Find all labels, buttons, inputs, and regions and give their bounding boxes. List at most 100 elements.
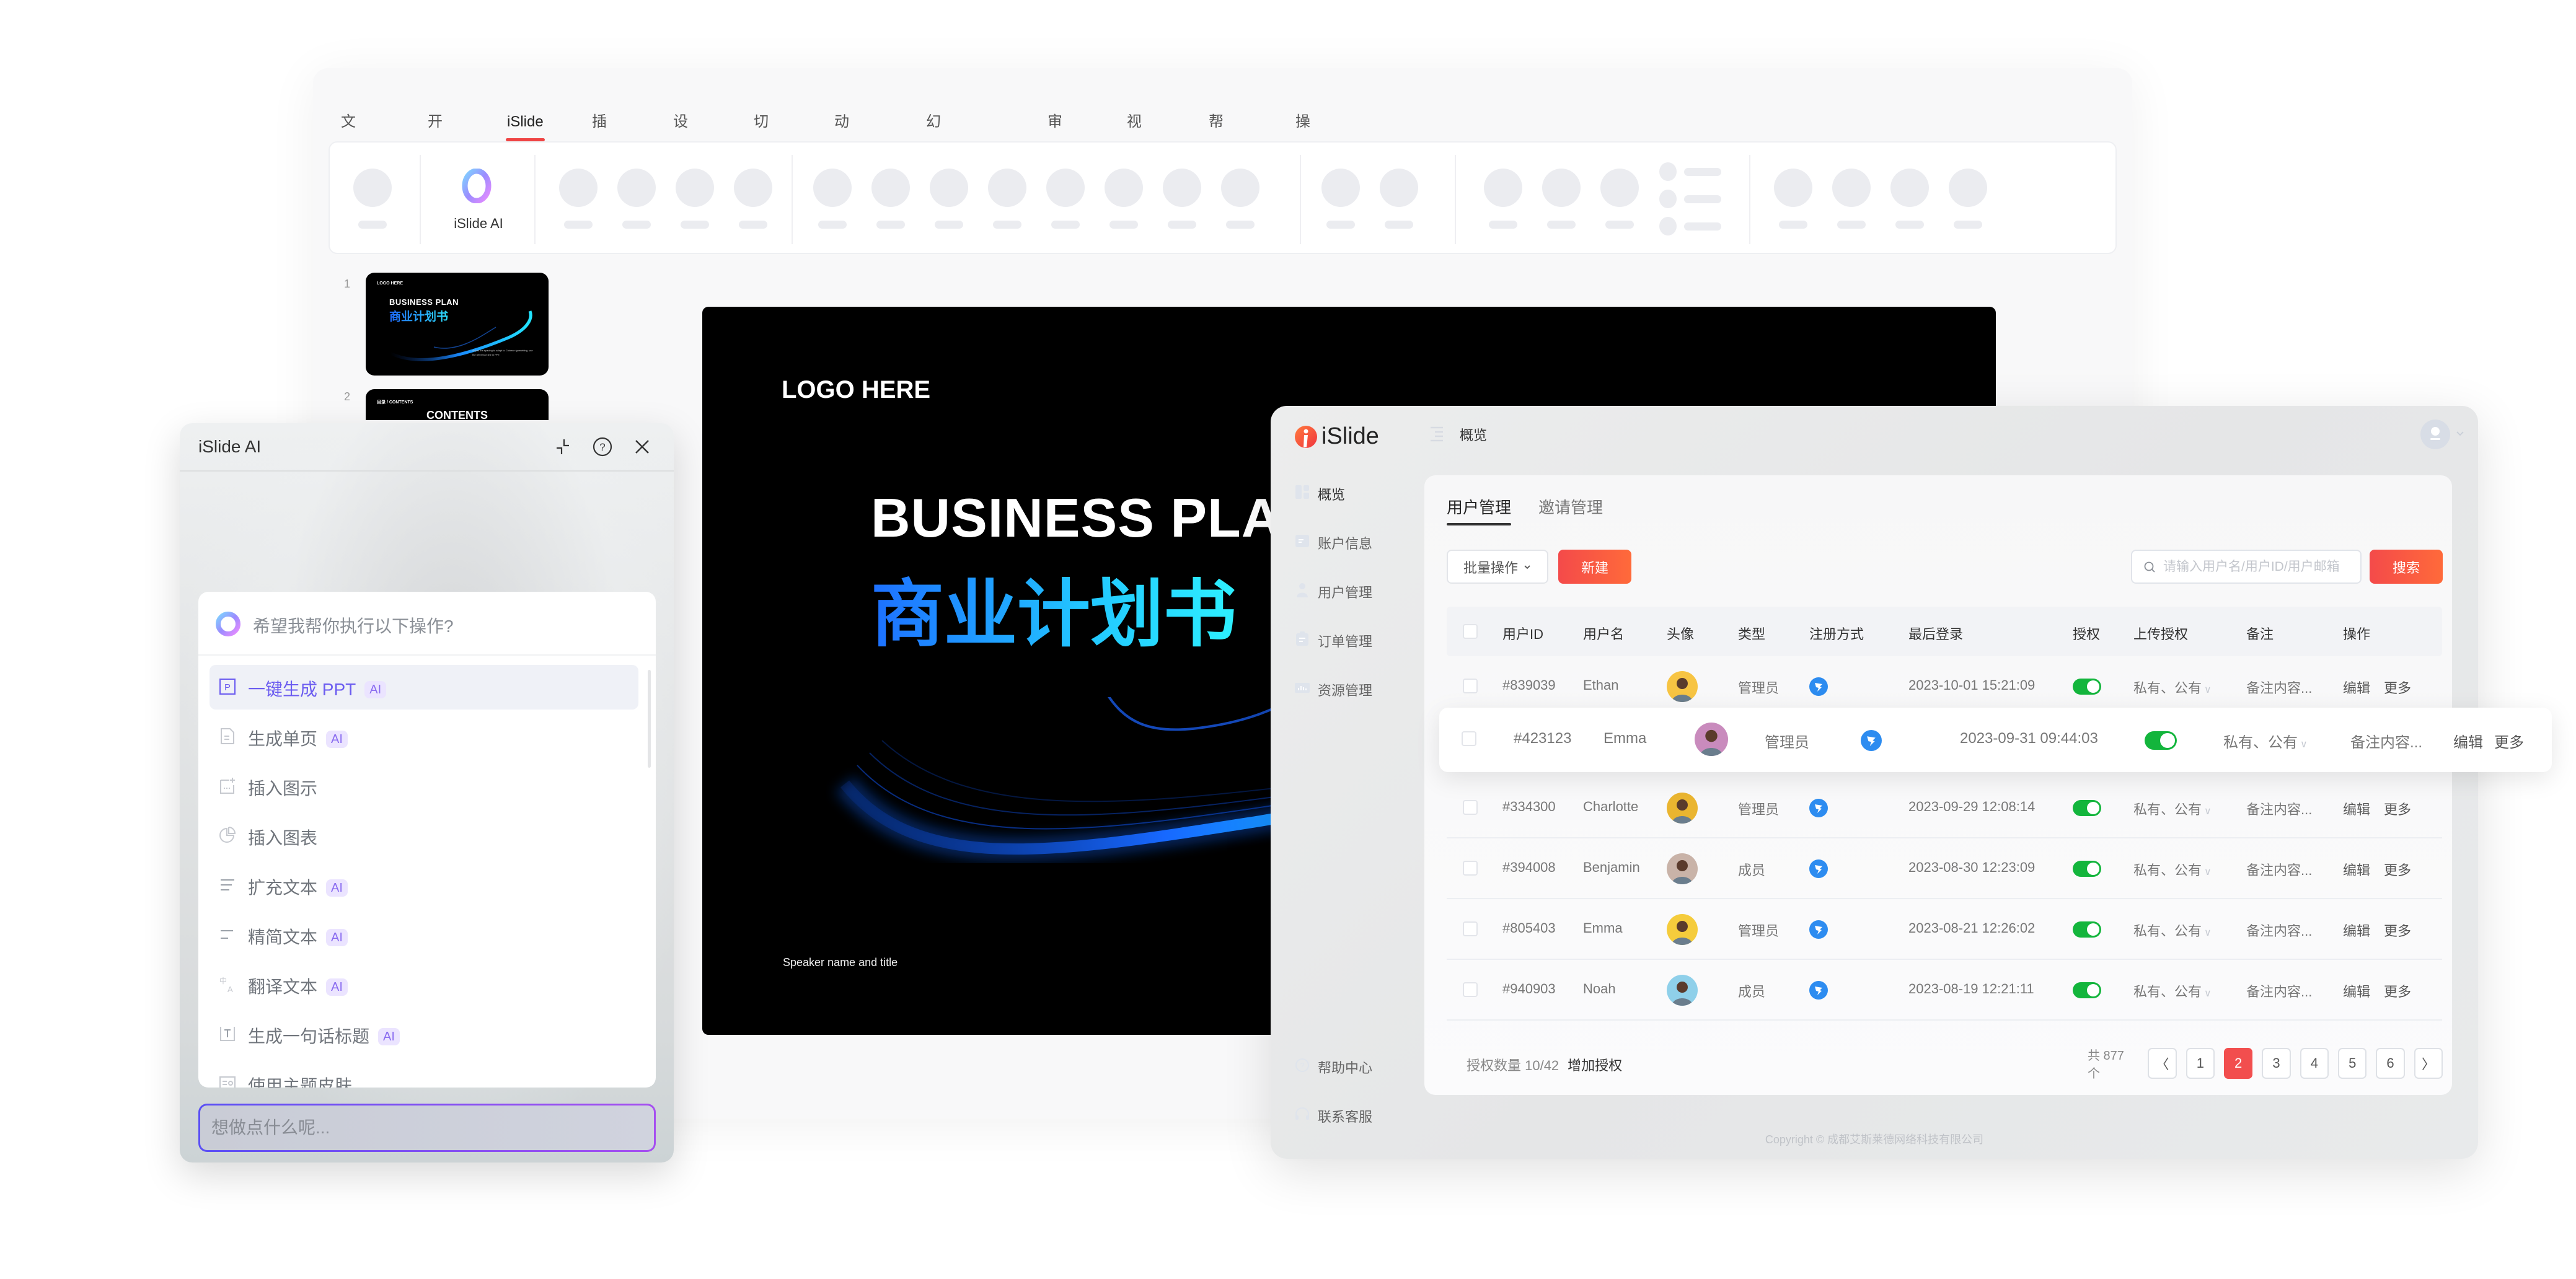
ai-action-item[interactable]: P 一键生成 PPT AI [210,665,638,710]
menu-tab-7[interactable]: 幻灯片放映 [926,107,941,254]
ribbon-button-placeholder[interactable] [1890,169,1929,207]
edit-link[interactable]: 编辑 [2453,730,2483,752]
ribbon-button-placeholder[interactable] [1221,169,1259,207]
ribbon-small-button-placeholder[interactable] [1659,217,1677,235]
menu-fold-icon[interactable] [1429,424,1445,442]
ribbon-small-button-placeholder[interactable] [1659,162,1677,181]
ribbon-button-placeholder[interactable] [988,169,1026,207]
search-input[interactable] [2163,551,2355,582]
authorization-toggle[interactable] [2145,731,2177,750]
menu-tab-4[interactable]: 设计 [673,107,688,161]
sidebar-item[interactable]: 概览 [1294,480,1418,505]
pagination-page-3[interactable]: 3 [2262,1048,2291,1079]
ribbon-button-placeholder[interactable] [871,169,910,207]
batch-actions-dropdown[interactable]: 批量操作 [1447,550,1548,584]
table-row[interactable]: #940903 Noah 成员 2023-08-19 12:21:11 私有、公有 ∨ 备注… [1447,960,2442,1021]
slide-thumbnail-1[interactable]: LOGO HERE BUSINESS PLAN 商业计划书 Adjust the… [366,273,549,376]
authorization-toggle[interactable] [2073,921,2101,938]
ai-action-item[interactable]: 使用主题皮肤 [210,1061,638,1088]
search-button[interactable]: 搜索 [2370,550,2443,584]
slide-speaker-text[interactable]: Speaker name and title [783,956,898,969]
table-row[interactable]: #334300 Charlotte 管理员 2023-09-29 12:08:14 私有… [1447,778,2442,838]
admin-logo[interactable]: iSlide [1294,423,1379,450]
sidebar-item[interactable]: 资源管理 [1294,676,1418,701]
ribbon-button-placeholder[interactable] [734,169,772,207]
pagination-page-2[interactable]: 2 [2223,1048,2253,1079]
edit-link[interactable]: 编辑 [2343,920,2370,940]
row-checkbox[interactable] [1463,861,1478,876]
pagination-prev-button[interactable]: 〈 [2148,1048,2177,1079]
more-link[interactable]: 更多 [2384,799,2411,819]
edit-link[interactable]: 编辑 [2343,981,2370,1001]
row-checkbox[interactable] [1463,679,1478,693]
ribbon-button-placeholder[interactable] [559,169,598,207]
collapse-icon[interactable] [552,436,574,458]
menu-tab-3[interactable]: 插入 [592,107,607,161]
upload-permission-select[interactable]: 私有、公有 ∨ [2133,799,2212,819]
ribbon-button-placeholder[interactable] [1163,169,1201,207]
ai-action-item[interactable]: 生成单页 AI [210,714,638,759]
select-all-checkbox[interactable] [1463,624,1478,639]
more-link[interactable]: 更多 [2384,677,2411,697]
user-avatar-button[interactable] [2420,420,2450,449]
upload-permission-select[interactable]: 私有、公有 ∨ [2133,920,2212,940]
pagination-page-5[interactable]: 5 [2338,1048,2367,1079]
tab-user-management[interactable]: 用户管理 [1447,495,1512,525]
menu-tab-10[interactable]: 帮助 [1209,107,1224,161]
more-link[interactable]: 更多 [2384,981,2411,1001]
add-quota-link[interactable]: 增加授权 [1568,1058,1622,1073]
upload-permission-select[interactable]: 私有、公有 ∨ [2133,677,2212,697]
pagination-page-4[interactable]: 4 [2300,1048,2329,1079]
pagination-next-button[interactable]: 〉 [2414,1048,2443,1079]
ai-action-item[interactable]: 精简文本 AI [210,913,638,957]
menu-tab-0[interactable]: 文件 [341,107,356,161]
ai-chat-input[interactable] [200,1105,654,1150]
more-link[interactable]: 更多 [2384,859,2411,879]
authorization-toggle[interactable] [2073,679,2101,695]
authorization-toggle[interactable] [2073,861,2101,877]
ai-list-scrollbar[interactable] [648,670,651,768]
ribbon-islide-ai-label[interactable]: iSlide AI [448,216,509,232]
ribbon-button-placeholder[interactable] [930,169,968,207]
ai-action-item[interactable]: 扩充文本 AI [210,863,638,908]
slide-title[interactable]: BUSINESS PLAN [871,486,1321,550]
menu-tab-1[interactable]: 开始 [428,107,443,161]
slide-thumbnail-2[interactable]: 目录 / CONTENTS CONTENTS [366,389,549,420]
ribbon-button-placeholder[interactable] [1484,169,1522,207]
upload-permission-select[interactable]: 私有、公有 ∨ [2133,859,2212,879]
ribbon-button-placeholder[interactable] [617,169,656,207]
table-row[interactable]: #805403 Emma 管理员 2023-08-21 12:26:02 私有、公有 ∨ 备… [1447,899,2442,960]
menu-tab-9[interactable]: 视图 [1127,107,1142,161]
ai-action-item[interactable]: 中 A 翻译文本 AI [210,962,638,1007]
row-checkbox[interactable] [1462,731,1476,746]
edit-link[interactable]: 编辑 [2343,799,2370,819]
new-user-button[interactable]: 新建 [1558,550,1631,584]
ai-action-item[interactable]: 插入图示 [210,764,638,809]
upload-permission-select[interactable]: 私有、公有 ∨ [2223,730,2308,752]
sidebar-item[interactable]: 用户管理 [1294,578,1418,603]
table-row[interactable]: #394008 Benjamin 成员 2023-08-30 12:23:09 私有、公… [1447,838,2442,899]
pagination-page-6[interactable]: 6 [2376,1048,2405,1079]
ribbon-button-placeholder[interactable] [813,169,852,207]
sidebar-item[interactable]: 账户信息 [1294,529,1418,554]
ribbon-button-placeholder[interactable] [1046,169,1085,207]
more-link[interactable]: 更多 [2384,920,2411,940]
help-icon[interactable]: ? [591,436,614,458]
row-checkbox[interactable] [1463,982,1478,997]
upload-permission-select[interactable]: 私有、公有 ∨ [2133,981,2212,1001]
pagination-page-1[interactable]: 1 [2186,1048,2215,1079]
menu-tab-5[interactable]: 切换 [754,107,769,161]
sidebar-item[interactable]: 联系客服 [1294,1102,1418,1127]
tab-invite-management[interactable]: 邀请管理 [1538,495,1603,518]
menu-tab-6[interactable]: 动画 [834,107,849,161]
ribbon-small-button-placeholder[interactable] [1659,190,1677,208]
row-checkbox[interactable] [1463,921,1478,936]
ribbon-button-placeholder[interactable] [1321,169,1360,207]
ribbon-button-placeholder[interactable] [1600,169,1639,207]
chevron-down-icon[interactable] [2456,429,2464,438]
ribbon-button-placeholder[interactable] [353,169,392,207]
menu-tab-8[interactable]: 审阅 [1048,107,1062,161]
ribbon-button-placeholder[interactable] [676,169,714,207]
ai-action-item[interactable]: 生成一句话标题 AI [210,1012,638,1057]
ribbon-button-placeholder[interactable] [1774,169,1812,207]
